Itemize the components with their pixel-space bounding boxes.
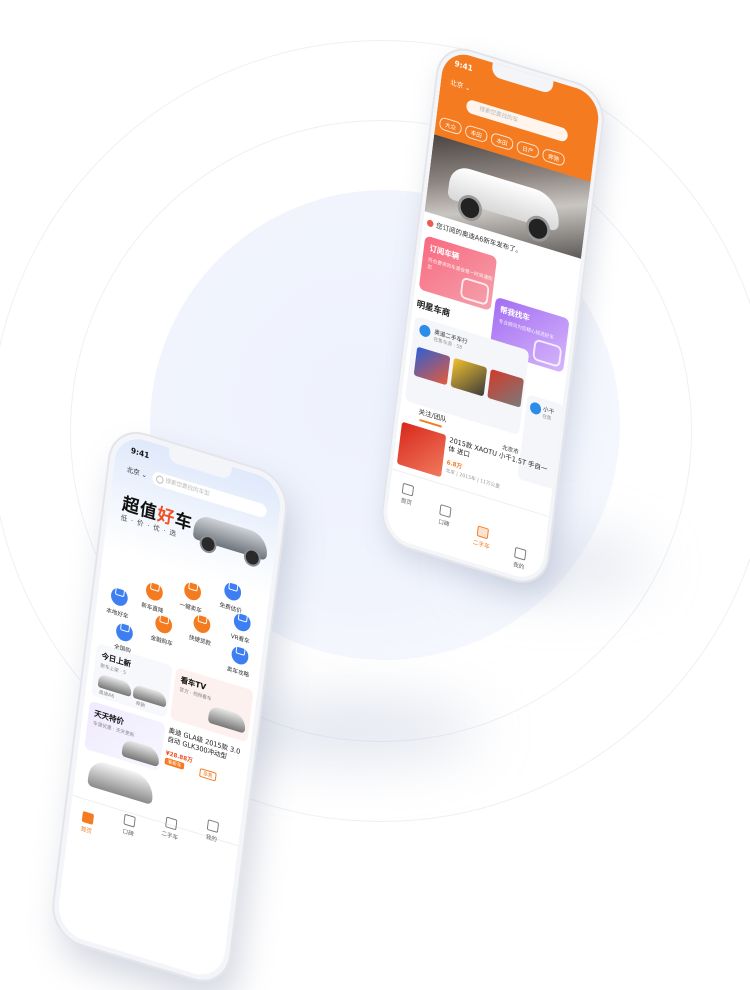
home-icon	[401, 482, 415, 497]
listing-image[interactable]	[396, 421, 447, 478]
user-icon	[514, 546, 527, 561]
car-thumbnail[interactable]	[450, 357, 488, 397]
nav-label: 我的	[512, 561, 525, 572]
car-thumbnail	[207, 705, 247, 734]
dealer-sub: 在售	[541, 413, 552, 423]
appraise-icon	[223, 580, 243, 603]
car-label: 奔驰	[135, 700, 146, 710]
bell-icon	[426, 219, 434, 228]
grid-label: 金融购车	[150, 634, 174, 648]
car-outline-icon	[532, 338, 563, 368]
nav-mine[interactable]: 我的	[504, 544, 534, 574]
car-icon	[165, 816, 178, 831]
grid-label: 快捷贷款	[188, 634, 212, 648]
finance-icon	[154, 613, 174, 636]
sell-icon	[183, 580, 202, 603]
nav-label: 二手车	[472, 538, 490, 551]
dealer-logo	[418, 323, 432, 339]
nav-used-cars[interactable]: 二手车	[155, 814, 185, 844]
nav-reviews[interactable]: 口碑	[430, 502, 460, 532]
section-title: 明星车商	[416, 299, 451, 320]
listing-badge: 急售	[199, 767, 217, 782]
car-thumbnail	[121, 738, 161, 768]
bottom-nav: 首页 口碑 二手车 我的	[62, 794, 239, 924]
chevron-down-icon: ⌄	[464, 83, 472, 93]
grid-label: 卖车攻略	[226, 665, 250, 679]
nav-label: 我的	[205, 833, 218, 844]
dealer-logo	[529, 400, 542, 416]
nav-mine[interactable]: 我的	[197, 817, 227, 847]
chat-icon	[439, 504, 452, 518]
nav-label: 首页	[80, 825, 93, 836]
nav-label: 口碑	[437, 518, 450, 529]
grid-item[interactable]: 快捷贷款	[180, 604, 223, 650]
nav-used-cars[interactable]: 二手车	[467, 523, 497, 553]
user-icon	[206, 819, 220, 834]
car-icon	[476, 525, 489, 540]
loan-icon	[192, 612, 212, 636]
grid-item[interactable]: 金融购车	[142, 604, 185, 650]
nav-label: 口碑	[122, 828, 134, 839]
nationwide-icon	[115, 621, 134, 644]
nav-reviews[interactable]: 口碑	[114, 811, 144, 841]
nav-home[interactable]: 首页	[72, 808, 102, 838]
guide-icon	[230, 644, 250, 667]
vr-icon	[232, 611, 252, 634]
nav-home[interactable]: 首页	[392, 480, 422, 510]
car-thumbnail[interactable]	[487, 368, 524, 408]
search-icon	[155, 474, 164, 485]
chevron-down-icon: ⌄	[141, 470, 148, 480]
chat-icon	[123, 813, 136, 828]
local-car-icon	[110, 585, 129, 608]
new-car-icon	[145, 580, 164, 603]
nav-label: 首页	[400, 497, 413, 508]
car-thumbnail[interactable]	[413, 346, 451, 386]
home-icon	[81, 811, 95, 825]
